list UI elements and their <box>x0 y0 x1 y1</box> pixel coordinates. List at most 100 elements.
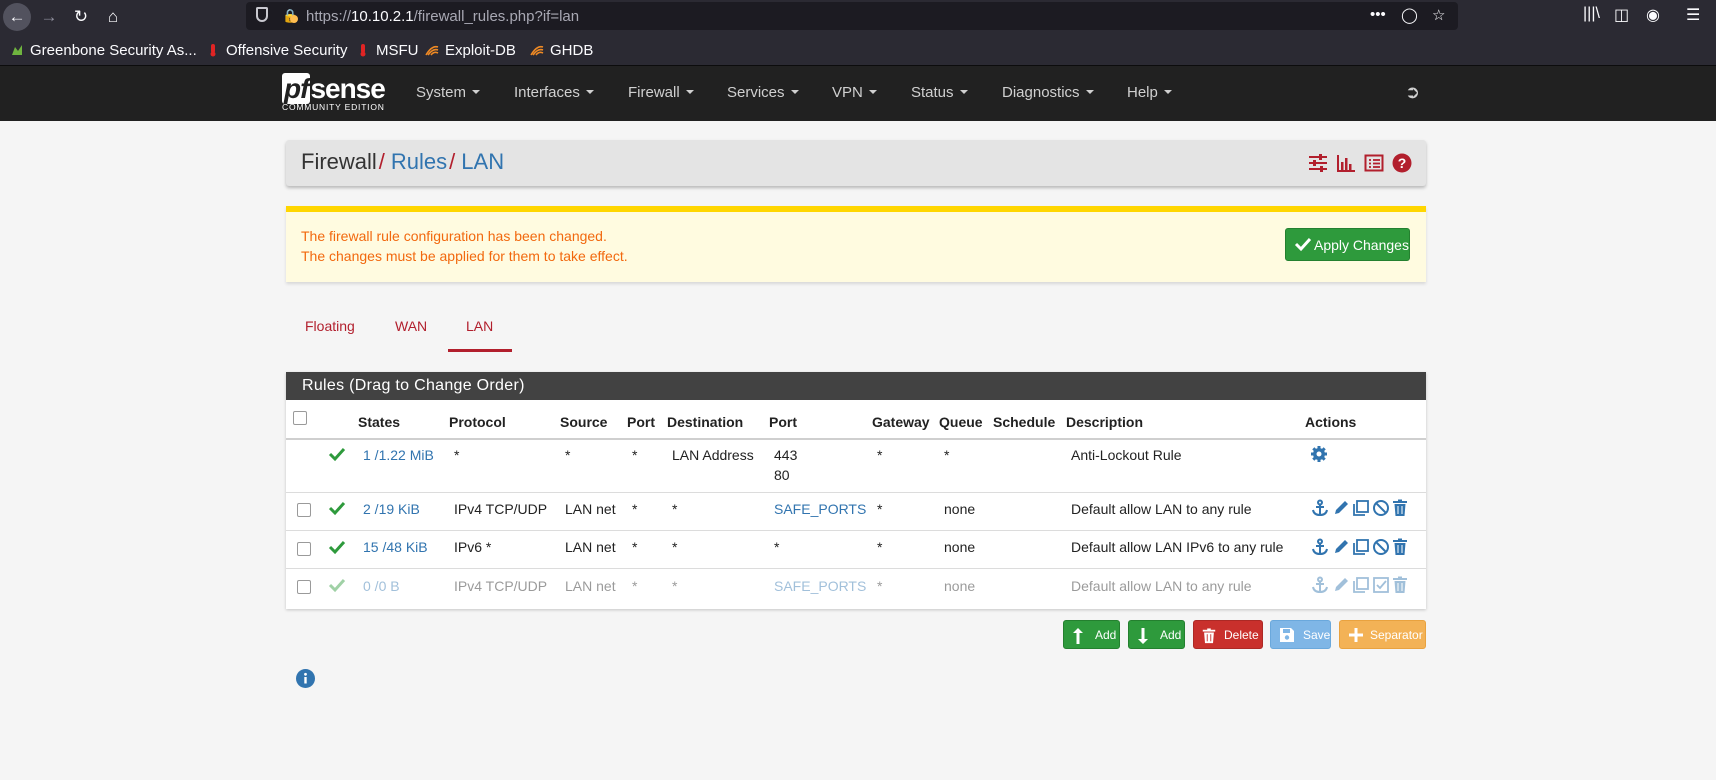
copy-icon[interactable] <box>1352 576 1370 594</box>
save-order-button[interactable]: Save <box>1270 620 1331 649</box>
forward-icon[interactable]: → <box>36 4 62 30</box>
copy-icon[interactable] <box>1352 538 1370 556</box>
hamburger-menu-icon[interactable]: ☰ <box>1686 5 1700 25</box>
select-all-checkbox[interactable] <box>293 411 307 425</box>
sliders-icon[interactable] <box>1308 153 1328 173</box>
copy-icon[interactable] <box>1352 499 1370 517</box>
pfsense-logo[interactable]: pfsense COMMUNITY EDITION <box>282 73 386 112</box>
disable-ban-icon[interactable] <box>1372 538 1390 556</box>
arrow-down-icon <box>1138 628 1148 644</box>
tracking-shield-icon[interactable] <box>256 7 268 22</box>
url-text[interactable]: https://10.10.2.1/firewall_rules.php?if=… <box>306 8 579 25</box>
anchor-icon[interactable] <box>1311 538 1329 556</box>
tab-floating[interactable]: Floating <box>305 318 355 334</box>
tab-lan[interactable]: LAN <box>466 318 493 334</box>
rule-select-checkbox[interactable] <box>297 542 311 556</box>
menu-status[interactable]: Status <box>911 84 968 101</box>
add-rule-top-button[interactable]: Add <box>1063 620 1120 649</box>
pass-check-icon[interactable] <box>328 499 346 517</box>
rule-select-checkbox[interactable] <box>297 503 311 517</box>
rule-select-checkbox[interactable] <box>297 580 311 594</box>
delete-selected-button[interactable]: Delete <box>1193 620 1263 649</box>
rule-states[interactable]: 2 /19 KiB <box>363 501 420 517</box>
rule-queue: none <box>944 578 976 594</box>
library-icon[interactable]: |||\ <box>1583 5 1600 23</box>
header-schedule: Schedule <box>993 414 1056 430</box>
account-icon[interactable]: ◉ <box>1646 5 1660 25</box>
bar-chart-icon[interactable] <box>1336 153 1356 173</box>
bookmark-star-icon[interactable]: ☆ <box>1432 6 1445 24</box>
menu-services[interactable]: Services <box>727 84 799 101</box>
anchor-icon[interactable] <box>1311 576 1329 594</box>
info-icon[interactable] <box>296 669 315 688</box>
caret-down-icon <box>472 90 481 94</box>
exploitdb-icon <box>425 45 439 56</box>
rule-protocol: IPv4 TCP/UDP <box>454 578 548 594</box>
check-icon <box>1294 237 1312 252</box>
gear-icon[interactable] <box>1310 445 1328 463</box>
panel-title: Rules (Drag to Change Order) <box>302 377 525 394</box>
breadcrumb: Firewall/Rules/LAN ? <box>286 140 1426 186</box>
rule-states[interactable]: 1 /1.22 MiB <box>363 447 434 463</box>
arrow-up-icon <box>1073 628 1083 644</box>
pass-check-icon[interactable] <box>328 538 346 556</box>
menu-diagnostics[interactable]: Diagnostics <box>1002 84 1094 101</box>
header-description: Description <box>1066 414 1144 430</box>
menu-firewall[interactable]: Firewall <box>628 84 694 101</box>
menu-system[interactable]: System <box>416 84 481 101</box>
enable-checkbox-icon[interactable] <box>1372 576 1390 594</box>
apply-changes-button[interactable]: Apply Changes <box>1285 228 1410 261</box>
tab-wan[interactable]: WAN <box>395 318 427 334</box>
rule-destination-port[interactable]: SAFE_PORTS <box>774 578 866 594</box>
bookmark-exploit-db[interactable]: Exploit-DB <box>425 42 516 59</box>
reload-icon[interactable]: ↻ <box>68 4 94 30</box>
row-divider <box>286 530 1426 531</box>
pencil-edit-icon[interactable] <box>1332 576 1350 594</box>
home-icon[interactable]: ⌂ <box>100 4 126 30</box>
row-divider <box>286 568 1426 569</box>
rule-source-port: * <box>632 539 638 555</box>
config-changed-alert: The firewall rule configuration has been… <box>286 206 1426 282</box>
svg-text:?: ? <box>1398 155 1407 171</box>
trash-icon[interactable] <box>1391 576 1409 594</box>
bookmark-greenbone[interactable]: Greenbone Security As... <box>10 42 197 59</box>
pencil-edit-icon[interactable] <box>1332 499 1350 517</box>
list-table-icon[interactable] <box>1364 153 1384 173</box>
rule-gateway: * <box>877 501 883 517</box>
add-separator-button[interactable]: Separator <box>1339 620 1426 649</box>
anchor-icon[interactable] <box>1311 499 1329 517</box>
address-bar[interactable]: 🔒 https://10.10.2.1/firewall_rules.php?i… <box>246 2 1458 30</box>
breadcrumb-rules-link[interactable]: Rules <box>391 149 447 174</box>
pocket-icon[interactable]: ◯ <box>1401 6 1418 24</box>
rule-source: LAN net <box>565 501 616 517</box>
rule-gateway: * <box>877 578 883 594</box>
rules-panel: Rules (Drag to Change Order) States Prot… <box>286 372 1426 609</box>
caret-down-icon <box>1085 90 1094 94</box>
add-rule-bottom-button[interactable]: Add <box>1128 620 1185 649</box>
rule-destination: LAN Address <box>672 447 754 463</box>
sidebar-icon[interactable]: ◫ <box>1614 5 1629 25</box>
bookmark-ghdb[interactable]: GHDB <box>530 42 593 59</box>
rule-states[interactable]: 0 /0 B <box>363 578 400 594</box>
page-actions-icon[interactable]: ••• <box>1370 6 1386 23</box>
menu-interfaces[interactable]: Interfaces <box>514 84 594 101</box>
caret-down-icon <box>685 90 694 94</box>
menu-help[interactable]: Help <box>1127 84 1172 101</box>
bookmark-msfu[interactable]: MSFU <box>356 42 419 59</box>
breadcrumb-lan-link[interactable]: LAN <box>461 149 504 174</box>
pencil-edit-icon[interactable] <box>1332 538 1350 556</box>
rule-queue: * <box>944 447 950 463</box>
trash-icon[interactable] <box>1391 538 1409 556</box>
trash-icon[interactable] <box>1391 499 1409 517</box>
header-actions: Actions <box>1305 414 1357 430</box>
pass-check-icon[interactable] <box>328 576 346 594</box>
disable-ban-icon[interactable] <box>1372 499 1390 517</box>
back-icon[interactable]: ← <box>3 3 31 31</box>
logout-icon[interactable]: ➲ <box>1405 82 1420 103</box>
rule-states[interactable]: 15 /48 KiB <box>363 539 428 555</box>
bookmark-offensive-security[interactable]: Offensive Security <box>206 42 347 59</box>
menu-vpn[interactable]: VPN <box>832 84 877 101</box>
help-circle-icon[interactable]: ? <box>1392 153 1412 173</box>
row-divider <box>286 492 1426 493</box>
rule-destination-port[interactable]: SAFE_PORTS <box>774 501 866 517</box>
